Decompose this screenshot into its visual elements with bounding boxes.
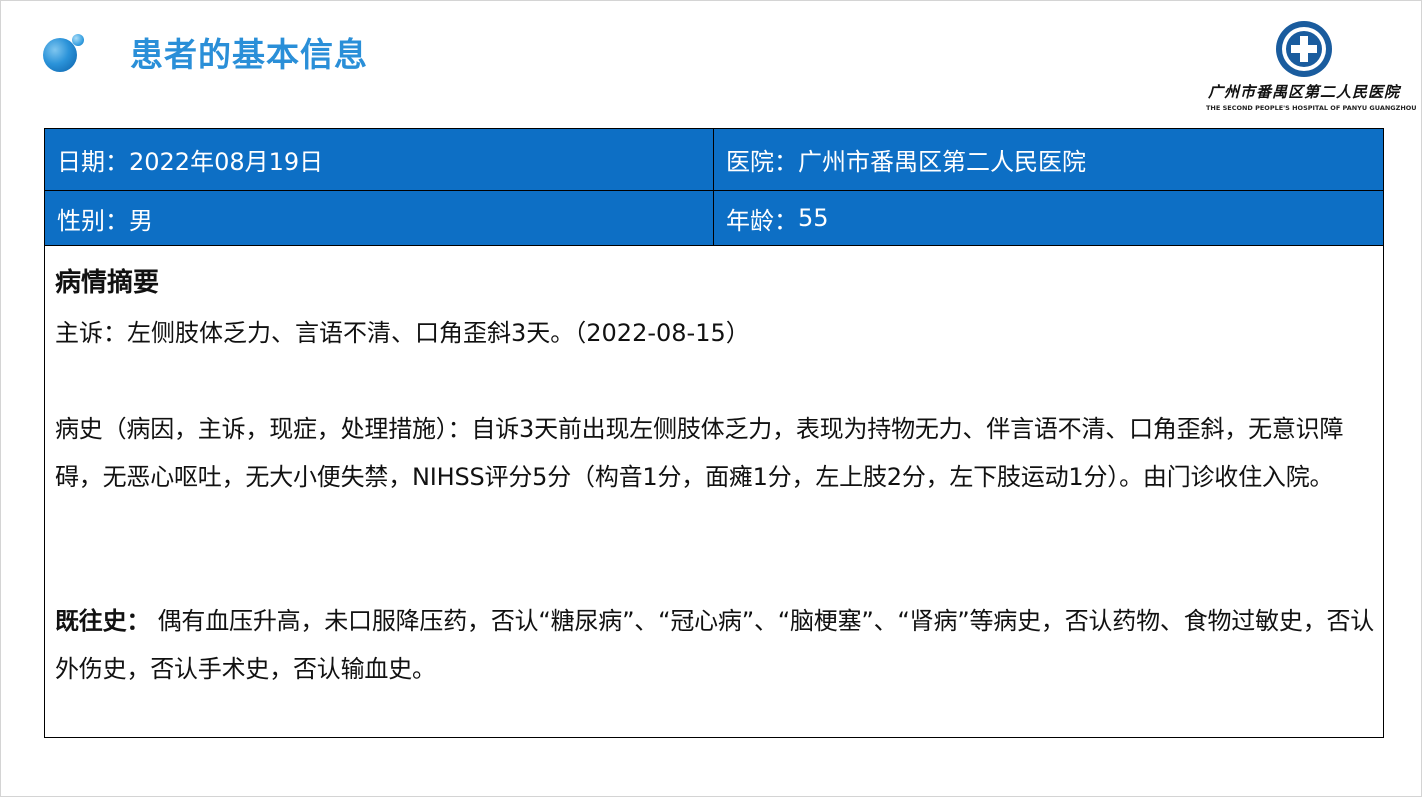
- hospital-logo-name-cn: 广州市番禺区第二人民医院: [1207, 83, 1400, 101]
- age-cell: 年龄： 55: [714, 191, 1383, 245]
- date-value: 2022年08月19日: [129, 148, 324, 176]
- past-history: 既往史： 偶有血压升高，未口服降压药，否认“糖尿病”、“冠心病”、“脑梗塞”、“…: [55, 597, 1375, 693]
- summary-title: 病情摘要: [55, 268, 160, 298]
- history-label: 病史（病因，主诉，现症，处理措施）：: [55, 415, 472, 443]
- past-label: 既往史：: [55, 607, 151, 635]
- info-row-gender-age: 性别：男 年龄： 55: [45, 191, 1383, 246]
- age-label: 年龄：: [726, 206, 798, 235]
- gender-cell: 性别：男: [45, 191, 714, 245]
- date-label: 日期：: [57, 148, 129, 176]
- age-value: 55: [798, 204, 829, 232]
- past-text: 偶有血压升高，未口服降压药，否认“糖尿病”、“冠心病”、“脑梗塞”、“肾病”等病…: [55, 607, 1375, 683]
- chief-complaint: 主诉：左侧肢体乏力、言语不清、口角歪斜3天。（2022-08-15）: [55, 309, 1375, 357]
- info-row-date-hospital: 日期： 2022年08月19日 医院： 广州市番禺区第二人民医院: [45, 129, 1383, 191]
- complaint-text: 左侧肢体乏力、言语不清、口角歪斜3天。（2022-08-15）: [127, 319, 750, 347]
- hospital-logo-name-en: THE SECOND PEOPLE'S HOSPITAL OF PANYU GU…: [1206, 104, 1417, 112]
- gender-value: 男: [129, 206, 153, 235]
- hospital-logo-icon: [1276, 21, 1332, 77]
- hospital-value: 广州市番禺区第二人民医院: [798, 148, 1086, 176]
- date-cell: 日期： 2022年08月19日: [45, 129, 714, 190]
- gender-label: 性别：: [57, 206, 129, 235]
- hospital-cell: 医院： 广州市番禺区第二人民医院: [714, 129, 1383, 190]
- patient-info-table: 日期： 2022年08月19日 医院： 广州市番禺区第二人民医院 性别：男 年龄： 5…: [44, 128, 1384, 738]
- title-bullet-small-icon: [72, 34, 84, 46]
- complaint-label: 主诉：: [55, 319, 127, 347]
- medical-history: 病史（病因，主诉，现症，处理措施）：自诉3天前出现左侧肢体乏力，表现为持物无力、…: [55, 405, 1375, 501]
- hospital-label: 医院：: [726, 148, 798, 176]
- page-title: 患者的基本信息: [130, 35, 368, 74]
